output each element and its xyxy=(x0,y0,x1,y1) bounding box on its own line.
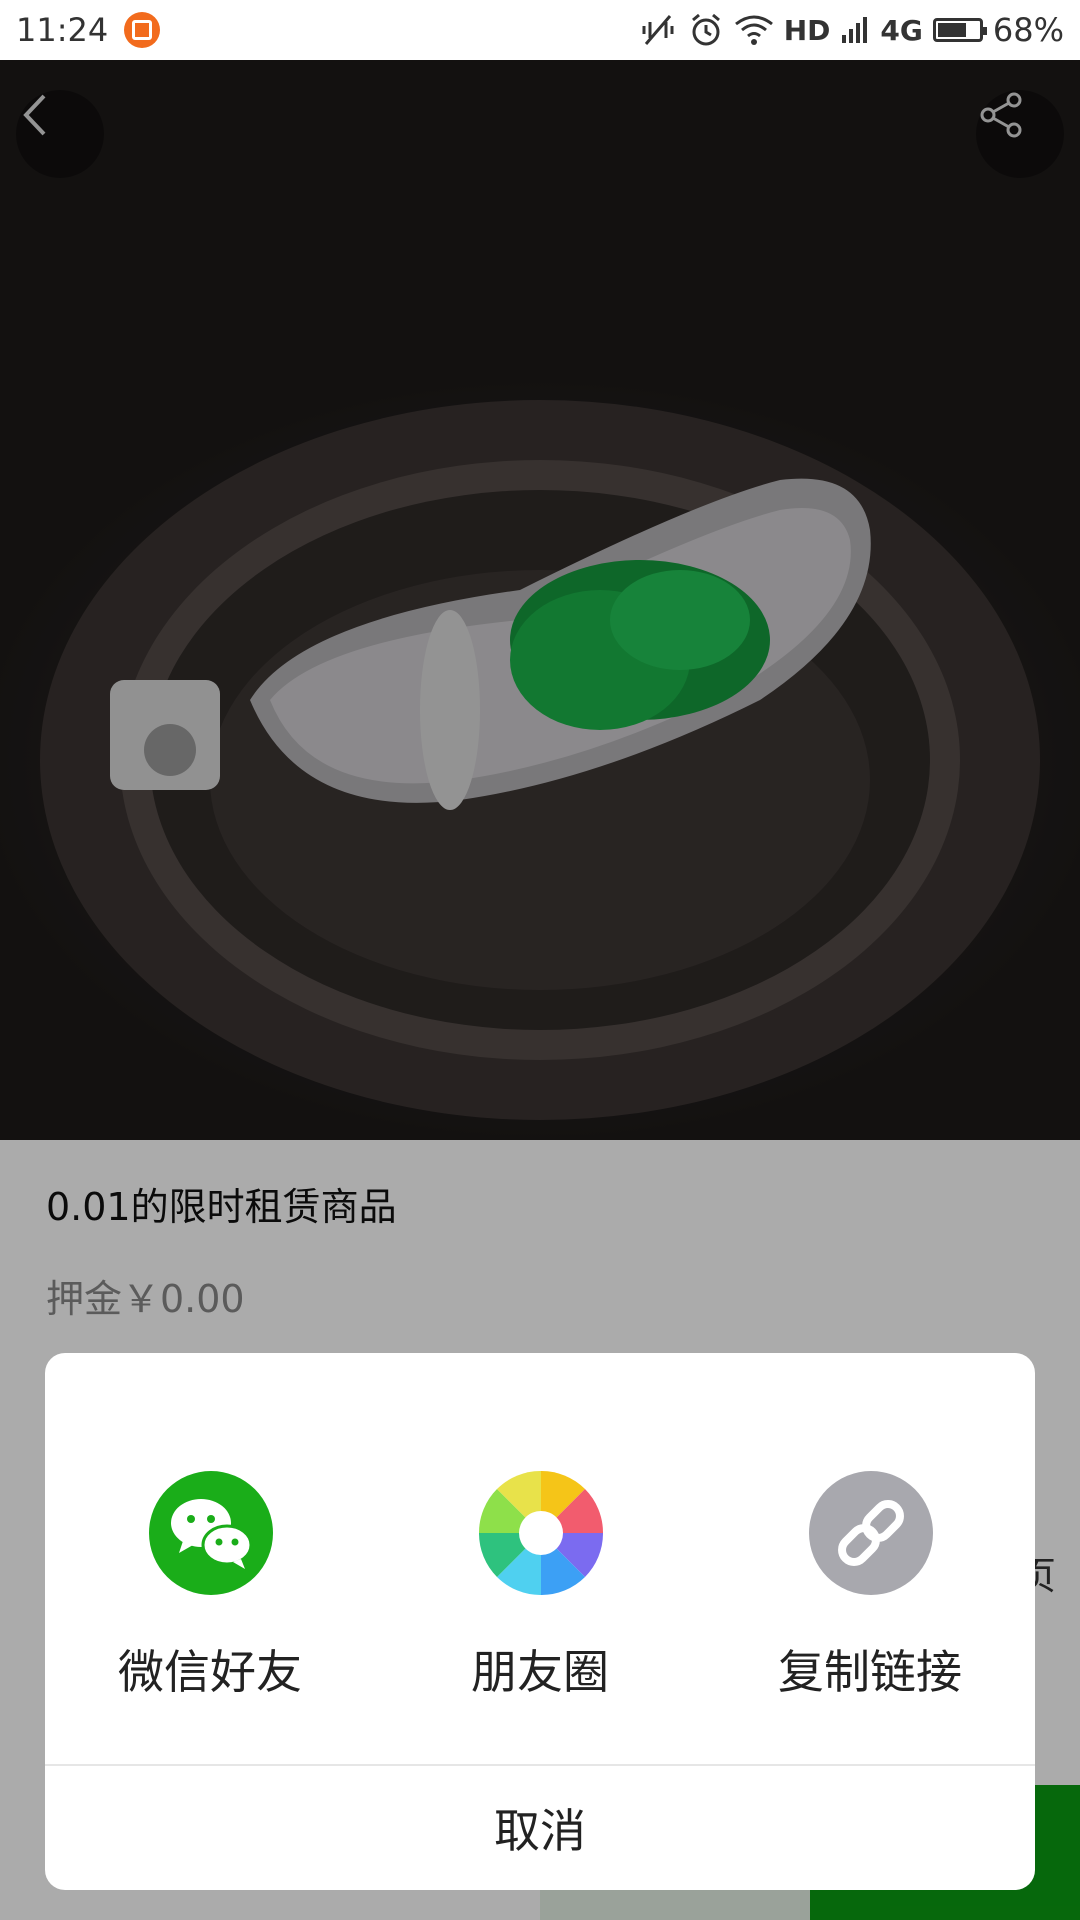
wifi-icon xyxy=(734,15,773,45)
share-option-label: 朋友圈 xyxy=(471,1645,609,1699)
share-option-label: 微信好友 xyxy=(118,1645,302,1699)
vibrate-mute-icon xyxy=(642,15,674,45)
alarm-icon xyxy=(691,13,720,46)
share-sheet: 微信好友 朋友圈 复制链接 取消 xyxy=(45,1353,1035,1890)
wechat-icon xyxy=(149,1471,273,1595)
link-icon xyxy=(809,1471,933,1595)
battery-percent: 68% xyxy=(992,11,1064,49)
app-notification-icon xyxy=(124,12,161,48)
share-option-label: 复制链接 xyxy=(778,1645,962,1699)
battery-icon xyxy=(932,18,987,42)
moments-icon xyxy=(478,1470,604,1596)
status-time: 11:24 xyxy=(16,11,109,49)
cancel-button[interactable]: 取消 xyxy=(45,1766,1035,1890)
signal-icon xyxy=(842,17,868,43)
network-hd-label: HD xyxy=(783,13,831,47)
status-bar: 11:24 HD 4G 68% xyxy=(0,0,1080,60)
network-type-label: 4G xyxy=(880,13,923,47)
